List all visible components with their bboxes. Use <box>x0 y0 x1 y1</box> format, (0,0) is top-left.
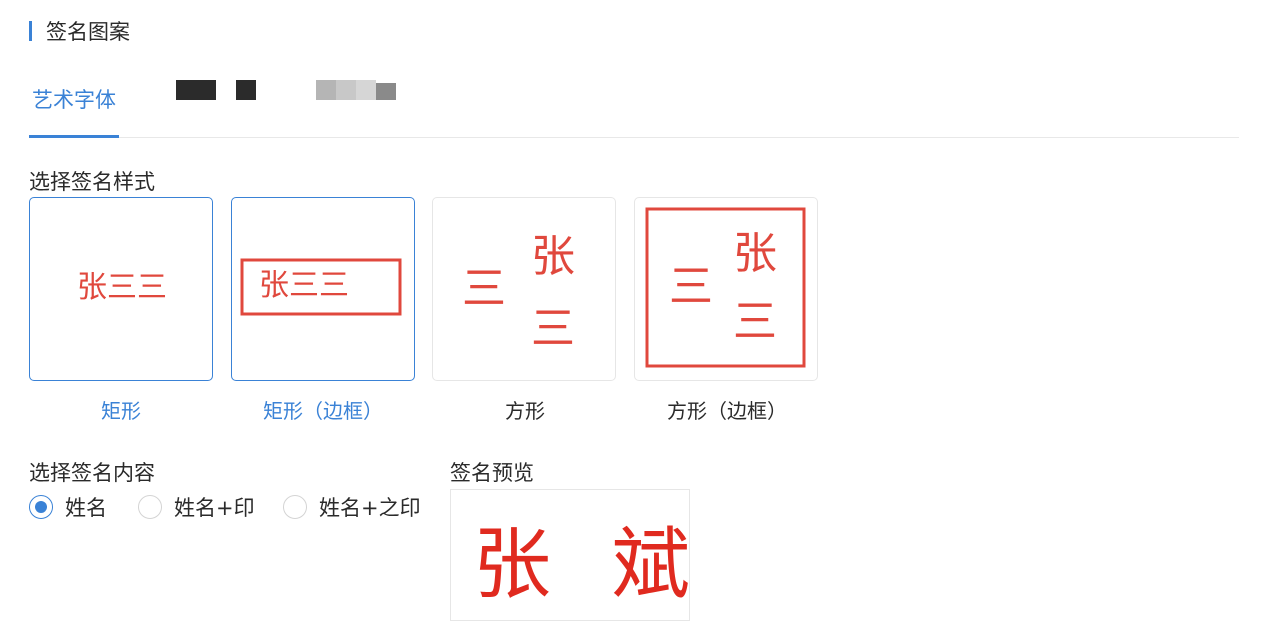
radio-circle[interactable] <box>29 495 53 519</box>
square-char-3: 三 <box>669 261 713 312</box>
style-sample-text: 张三三 <box>77 270 167 305</box>
style-sample-text: 张三三 <box>259 268 349 303</box>
preview-label: 签名预览 <box>450 461 534 485</box>
radio-name-seal[interactable]: 姓名+印 <box>138 492 255 522</box>
style-caption-rect-border: 矩形（边框） <box>263 399 383 423</box>
style-section-label: 选择签名样式 <box>29 170 155 194</box>
style-card-square-border[interactable]: 张 三 三 <box>634 197 818 381</box>
style-caption-square: 方形 <box>505 399 545 423</box>
tab-art-font[interactable]: 艺术字体 <box>29 84 119 114</box>
style-caption-square-border: 方形（边框） <box>667 399 787 423</box>
radio-circle[interactable] <box>283 495 307 519</box>
square-char-1: 张 <box>531 231 575 282</box>
square-char-2: 三 <box>531 303 575 354</box>
radio-label: 姓名 <box>65 496 107 520</box>
signature-preview: 张 斌 <box>450 489 690 621</box>
section-accent-bar <box>29 21 32 41</box>
tab-active-underline <box>29 135 119 138</box>
square-char-2: 三 <box>733 296 777 347</box>
content-section-label: 选择签名内容 <box>29 461 155 485</box>
font-tabs: 艺术字体 <box>29 72 1239 138</box>
radio-label: 姓名+之印 <box>319 496 421 520</box>
signature-preview-text: 张 斌 <box>473 520 708 610</box>
radio-name[interactable]: 姓名 <box>29 492 107 522</box>
section-heading: 签名图案 <box>29 18 130 44</box>
section-title: 签名图案 <box>46 20 130 44</box>
style-card-rect[interactable]: 张三三 <box>29 197 213 381</box>
radio-label: 姓名+印 <box>174 496 255 520</box>
style-card-rect-border[interactable]: 张三三 <box>231 197 415 381</box>
radio-name-zhi-seal[interactable]: 姓名+之印 <box>283 492 421 522</box>
square-char-1: 张 <box>733 228 777 279</box>
style-caption-rect: 矩形 <box>101 399 141 423</box>
radio-circle[interactable] <box>138 495 162 519</box>
style-card-square[interactable]: 张 三 三 <box>432 197 616 381</box>
square-char-3: 三 <box>462 263 506 314</box>
